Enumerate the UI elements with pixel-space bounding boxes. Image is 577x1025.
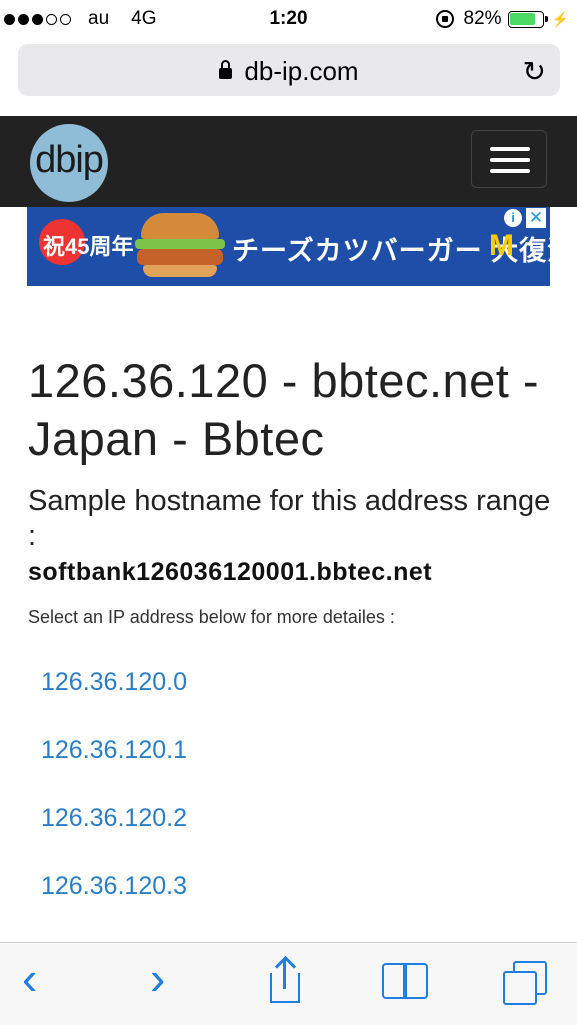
list-item: 126.36.120.0: [41, 668, 187, 736]
ip-link[interactable]: 126.36.120.1: [41, 736, 187, 764]
page-title: 126.36.120 - bbtec.net - Japan - Bbtec: [28, 354, 540, 465]
address-bar[interactable]: db-ip.com ↻: [18, 44, 560, 96]
charging-icon: ⚡: [551, 10, 569, 27]
url-display[interactable]: db-ip.com: [18, 56, 560, 87]
sample-hostname-label: Sample hostname for this address range :: [28, 485, 551, 552]
brand-logo-icon: M: [489, 229, 514, 262]
battery-fill: [510, 13, 536, 25]
bookmarks-icon[interactable]: [382, 963, 432, 1001]
browser-toolbar: ‹ ›: [0, 942, 577, 1025]
reload-icon[interactable]: ↻: [523, 55, 546, 88]
battery-percent: 82%: [463, 8, 502, 29]
padlock-icon: [219, 60, 233, 79]
list-item: 126.36.120.2: [41, 804, 187, 872]
menu-bar: [490, 147, 530, 151]
site-header: dbip: [0, 116, 577, 207]
ip-link[interactable]: 126.36.120.3: [41, 872, 187, 900]
ip-address-list: 126.36.120.0 126.36.120.1 126.36.120.2 1…: [41, 668, 187, 940]
ip-link[interactable]: 126.36.120.0: [41, 668, 187, 696]
ad-banner[interactable]: 祝45周年 チーズカツバーガー 大復活 M i ✕: [27, 207, 550, 286]
list-item: 126.36.120.1: [41, 736, 187, 804]
menu-bar: [490, 158, 530, 162]
url-text: db-ip.com: [244, 56, 359, 86]
hamburger-menu-icon[interactable]: [471, 130, 547, 188]
list-item: 126.36.120.3: [41, 872, 187, 940]
battery-icon: [507, 10, 548, 28]
status-right: 82% ⚡: [435, 8, 569, 30]
ad-info-icon[interactable]: i: [504, 209, 522, 227]
menu-bar: [490, 169, 530, 173]
orientation-lock-icon: [435, 10, 454, 28]
tabs-icon[interactable]: [503, 961, 549, 1007]
select-ip-hint: Select an IP address below for more deta…: [28, 607, 395, 627]
forward-icon[interactable]: ›: [150, 951, 165, 1005]
site-logo[interactable]: dbip: [30, 124, 108, 202]
back-icon[interactable]: ‹: [22, 951, 37, 1005]
status-bar: au 4G 1:20 82% ⚡: [0, 0, 577, 38]
ad-badge: 祝45周年: [43, 234, 134, 259]
sample-hostname: softbank126036120001.bbtec.net: [28, 558, 433, 586]
ip-link[interactable]: 126.36.120.2: [41, 804, 187, 832]
share-icon[interactable]: [270, 955, 304, 1005]
ad-close-icon[interactable]: ✕: [526, 208, 546, 228]
burger-icon: [131, 213, 227, 279]
